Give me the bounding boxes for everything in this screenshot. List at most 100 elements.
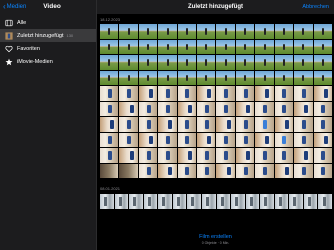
media-thumbnail[interactable]: [313, 39, 332, 54]
media-thumbnail[interactable]: [274, 70, 294, 85]
media-thumbnail[interactable]: [255, 55, 274, 70]
media-thumbnail[interactable]: [216, 194, 231, 209]
media-thumbnail[interactable]: [235, 55, 255, 70]
media-thumbnail[interactable]: [216, 55, 235, 70]
media-thumbnail[interactable]: [235, 24, 255, 39]
media-thumbnail[interactable]: [158, 194, 172, 209]
media-thumbnail[interactable]: [216, 101, 235, 116]
media-thumbnail[interactable]: [143, 194, 158, 209]
media-thumbnail[interactable]: [119, 39, 138, 54]
media-thumbnail[interactable]: [216, 86, 235, 101]
media-thumbnail[interactable]: [177, 117, 197, 132]
media-thumbnail[interactable]: [313, 117, 332, 132]
media-thumbnail[interactable]: [158, 86, 177, 101]
media-thumbnail[interactable]: [119, 163, 138, 178]
media-thumbnail[interactable]: [138, 117, 158, 132]
media-thumbnail[interactable]: [138, 163, 158, 178]
media-thumbnail[interactable]: [129, 194, 143, 209]
media-thumbnail[interactable]: [100, 70, 119, 85]
media-thumbnail[interactable]: [119, 70, 138, 85]
media-thumbnail[interactable]: [177, 148, 197, 163]
media-thumbnail[interactable]: [197, 163, 216, 178]
media-thumbnail[interactable]: [294, 55, 313, 70]
media-thumbnail[interactable]: [274, 132, 294, 147]
media-thumbnail[interactable]: [294, 39, 313, 54]
media-thumbnail[interactable]: [255, 39, 274, 54]
media-thumbnail[interactable]: [197, 55, 216, 70]
media-thumbnail[interactable]: [197, 24, 216, 39]
media-thumbnail[interactable]: [197, 86, 216, 101]
media-thumbnail[interactable]: [235, 117, 255, 132]
sidebar-item-favoriten[interactable]: Favoriten: [0, 42, 96, 55]
media-thumbnail[interactable]: [274, 163, 294, 178]
media-thumbnail[interactable]: [158, 148, 177, 163]
media-thumbnail[interactable]: [274, 117, 294, 132]
media-thumbnail[interactable]: [177, 70, 197, 85]
media-thumbnail[interactable]: [274, 24, 294, 39]
media-thumbnail[interactable]: [100, 55, 119, 70]
media-thumbnail[interactable]: [313, 55, 332, 70]
media-thumbnail[interactable]: [255, 101, 274, 116]
media-thumbnail[interactable]: [201, 194, 216, 209]
media-thumbnail[interactable]: [294, 101, 313, 116]
media-thumbnail[interactable]: [255, 163, 274, 178]
media-thumbnail[interactable]: [158, 24, 177, 39]
media-thumbnail[interactable]: [177, 55, 197, 70]
media-thumbnail[interactable]: [197, 117, 216, 132]
media-thumbnail[interactable]: [100, 39, 119, 54]
media-thumbnail[interactable]: [177, 86, 197, 101]
media-thumbnail[interactable]: [197, 39, 216, 54]
media-thumbnail[interactable]: [119, 24, 138, 39]
media-thumbnail[interactable]: [216, 70, 235, 85]
media-thumbnail[interactable]: [274, 39, 294, 54]
media-thumbnail[interactable]: [255, 132, 274, 147]
media-thumbnail[interactable]: [235, 70, 255, 85]
media-thumbnail[interactable]: [294, 117, 313, 132]
sidebar-item-zuletzt[interactable]: Zuletzt hinzugefügt 130: [0, 29, 96, 42]
media-thumbnail[interactable]: [172, 194, 187, 209]
media-thumbnail[interactable]: [158, 163, 177, 178]
media-thumbnail[interactable]: [255, 117, 274, 132]
media-thumbnail[interactable]: [235, 101, 255, 116]
media-thumbnail[interactable]: [100, 24, 119, 39]
media-thumbnail[interactable]: [274, 55, 294, 70]
media-thumbnail[interactable]: [274, 148, 294, 163]
media-thumbnail[interactable]: [216, 132, 235, 147]
media-thumbnail[interactable]: [177, 132, 197, 147]
sidebar-item-alle[interactable]: Alle: [0, 16, 96, 29]
media-thumbnail[interactable]: [216, 24, 235, 39]
media-thumbnail[interactable]: [313, 101, 332, 116]
media-thumbnail[interactable]: [177, 163, 197, 178]
media-thumbnail[interactable]: [235, 148, 255, 163]
media-thumbnail[interactable]: [294, 163, 313, 178]
media-thumbnail[interactable]: [294, 132, 313, 147]
media-thumbnail[interactable]: [274, 86, 294, 101]
media-thumbnail[interactable]: [100, 163, 119, 178]
media-thumbnail[interactable]: [255, 148, 274, 163]
make-film-button[interactable]: Film erstellen: [199, 234, 232, 240]
media-thumbnail[interactable]: [235, 86, 255, 101]
media-thumbnail[interactable]: [197, 132, 216, 147]
media-thumbnail[interactable]: [294, 70, 313, 85]
media-thumbnail[interactable]: [158, 117, 177, 132]
media-thumbnail[interactable]: [216, 117, 235, 132]
media-thumbnail[interactable]: [100, 86, 119, 101]
media-thumbnail[interactable]: [158, 101, 177, 116]
media-thumbnail[interactable]: [318, 194, 332, 209]
media-thumbnail[interactable]: [294, 24, 313, 39]
media-thumbnail[interactable]: [313, 24, 332, 39]
media-thumbnail[interactable]: [274, 194, 289, 209]
media-thumbnail[interactable]: [100, 132, 119, 147]
media-thumbnail[interactable]: [197, 70, 216, 85]
media-thumbnail[interactable]: [119, 148, 138, 163]
cancel-button[interactable]: Abbrechen: [302, 4, 329, 10]
media-thumbnail[interactable]: [138, 101, 158, 116]
media-thumbnail[interactable]: [138, 70, 158, 85]
media-thumbnail[interactable]: [289, 194, 303, 209]
media-thumbnail[interactable]: [216, 163, 235, 178]
media-thumbnail[interactable]: [138, 24, 158, 39]
media-thumbnail[interactable]: [138, 132, 158, 147]
media-thumbnail[interactable]: [255, 70, 274, 85]
media-thumbnail[interactable]: [158, 132, 177, 147]
media-thumbnail[interactable]: [313, 70, 332, 85]
